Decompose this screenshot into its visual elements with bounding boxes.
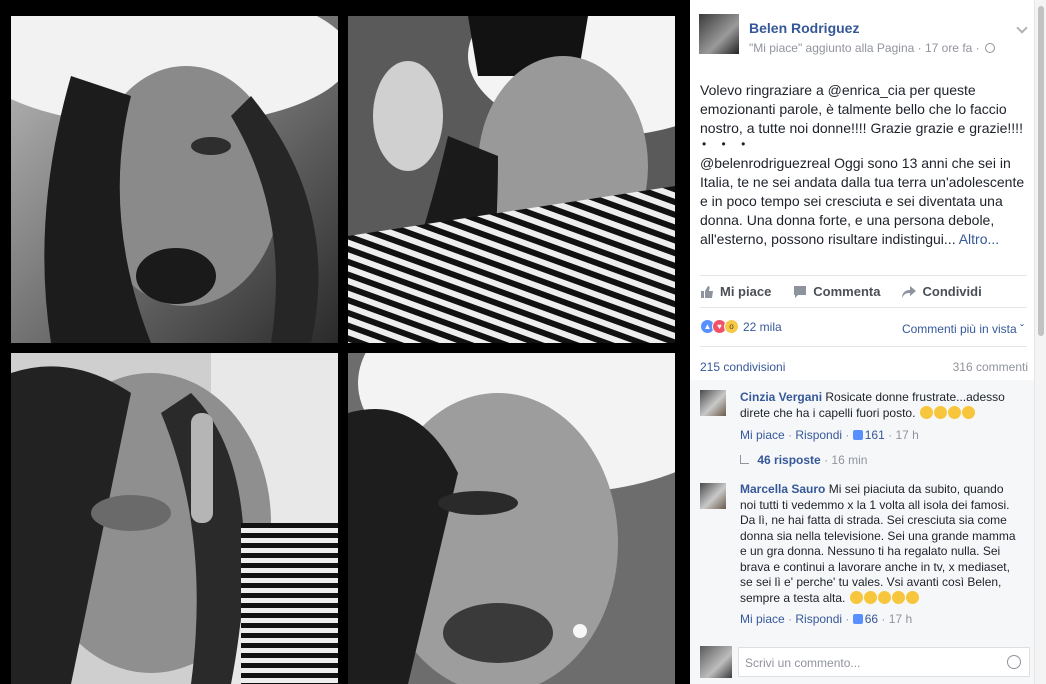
- author-avatar[interactable]: [699, 14, 739, 54]
- post-text-intro: Volevo ringraziare a @enrica_cia per que…: [700, 82, 1023, 136]
- emoji-picker-icon[interactable]: [1007, 655, 1021, 669]
- comment-likes[interactable]: 161: [852, 428, 885, 442]
- commenter-avatar[interactable]: [700, 390, 726, 416]
- comment-likes[interactable]: 66: [852, 612, 879, 626]
- photo-gallery: [0, 0, 690, 684]
- share-label: Condividi: [922, 284, 982, 299]
- globe-icon: [985, 43, 995, 53]
- comment-icon: [794, 285, 807, 298]
- kiss-emoji-icon: [877, 590, 891, 604]
- post-meta: "Mi piace" aggiunto alla Pagina · 17 ore…: [749, 41, 995, 55]
- post-meta-text[interactable]: "Mi piace" aggiunto alla Pagina · 17 ore…: [749, 41, 980, 55]
- comment-input-placeholder: Scrivi un commento...: [745, 656, 861, 670]
- reply-arrow-icon: [740, 455, 749, 464]
- comment-body: Cinzia Vergani Rosicate donne frustrate.…: [740, 390, 1020, 421]
- photo-1[interactable]: [11, 16, 338, 343]
- share-button[interactable]: Condividi: [902, 284, 982, 299]
- view-replies-link[interactable]: 46 risposte · 16 min: [740, 453, 867, 467]
- comment-reply-link[interactable]: Rispondi: [795, 612, 842, 626]
- divider: [700, 346, 1027, 347]
- comment-sort-dropdown[interactable]: Commenti più in vista ˇ: [902, 322, 1024, 336]
- comment-like-link[interactable]: Mi piace: [740, 612, 785, 626]
- reactions-summary[interactable]: ▲ ♥ o 22 mila: [700, 319, 782, 334]
- comment: Marcella Sauro Mi sei piaciuta da subito…: [690, 477, 1034, 637]
- photo-3[interactable]: [11, 353, 338, 684]
- comment-time[interactable]: 17 h: [895, 428, 918, 442]
- current-user-avatar: [700, 646, 732, 678]
- like-label: Mi piace: [720, 284, 772, 299]
- kiss-emoji-icon: [905, 590, 919, 604]
- comment-meta: Mi piace · Rispondi · 66 · 17 h: [740, 612, 913, 626]
- share-arrow-icon: [902, 285, 917, 298]
- see-more-link[interactable]: Altro...: [959, 231, 999, 247]
- replies-count: 46 risposte: [757, 453, 821, 467]
- grin-emoji-icon: [947, 405, 961, 419]
- scrollbar[interactable]: [1034, 0, 1046, 684]
- scrollbar-thumb[interactable]: [1038, 6, 1044, 336]
- like-button[interactable]: Mi piace: [700, 284, 771, 299]
- kiss-emoji-icon: [849, 590, 863, 604]
- post-header: Belen Rodriguez "Mi piace" aggiunto alla…: [699, 14, 995, 55]
- replies-time: · 16 min: [824, 453, 868, 467]
- thumbs-up-icon: [852, 430, 863, 440]
- comment-label: Commenta: [813, 284, 881, 299]
- comment-meta: Mi piace · Rispondi · 161 · 17 h: [740, 428, 919, 442]
- chevron-down-icon[interactable]: [1016, 22, 1028, 34]
- grin-emoji-icon: [933, 405, 947, 419]
- grin-emoji-icon: [919, 405, 933, 419]
- photo-4[interactable]: [348, 353, 675, 684]
- thumbs-up-icon: [852, 614, 863, 624]
- author-info: Belen Rodriguez "Mi piace" aggiunto alla…: [749, 14, 995, 55]
- post-panel: Belen Rodriguez "Mi piace" aggiunto alla…: [690, 0, 1046, 684]
- comment-button[interactable]: Commenta: [793, 284, 880, 299]
- commenter-name[interactable]: Marcella Sauro: [740, 482, 825, 496]
- wow-reaction-icon: o: [724, 319, 739, 334]
- kiss-emoji-icon: [891, 590, 905, 604]
- comment-like-count: 66: [864, 612, 879, 626]
- comment-count[interactable]: 316 commenti: [953, 360, 1028, 374]
- post-text-quote: @belenrodriguezreal Oggi sono 13 anni ch…: [700, 154, 1035, 249]
- comment-like-link[interactable]: Mi piace: [740, 428, 785, 442]
- post-text: Volevo ringraziare a @enrica_cia per que…: [700, 81, 1035, 249]
- photo-2[interactable]: [348, 16, 675, 343]
- commenter-name[interactable]: Cinzia Vergani: [740, 390, 822, 404]
- action-bar: Mi piace Commenta Condividi: [700, 284, 1004, 299]
- divider: [700, 275, 1027, 276]
- share-count[interactable]: 215 condivisioni: [700, 360, 785, 374]
- comment: Cinzia Vergani Rosicate donne frustrate.…: [690, 380, 1034, 477]
- separator-dots: • • •: [702, 137, 752, 151]
- comment-time[interactable]: 17 h: [889, 612, 912, 626]
- comment-like-count: 161: [864, 428, 885, 442]
- kiss-emoji-icon: [863, 590, 877, 604]
- comment-body: Marcella Sauro Mi sei piaciuta da subito…: [740, 482, 1020, 606]
- thumbs-up-icon: [701, 285, 713, 298]
- comment-reply-link[interactable]: Rispondi: [795, 428, 842, 442]
- commenter-avatar[interactable]: [700, 483, 726, 509]
- reaction-count[interactable]: 22 mila: [743, 320, 782, 334]
- comment-input[interactable]: Scrivi un commento...: [738, 647, 1030, 677]
- replies-time-value: 16 min: [831, 453, 868, 467]
- author-name[interactable]: Belen Rodriguez: [749, 20, 995, 36]
- divider: [700, 307, 1027, 308]
- grin-emoji-icon: [961, 405, 975, 419]
- comment-text: Mi sei piaciuta da subito, quando noi tu…: [740, 482, 1016, 605]
